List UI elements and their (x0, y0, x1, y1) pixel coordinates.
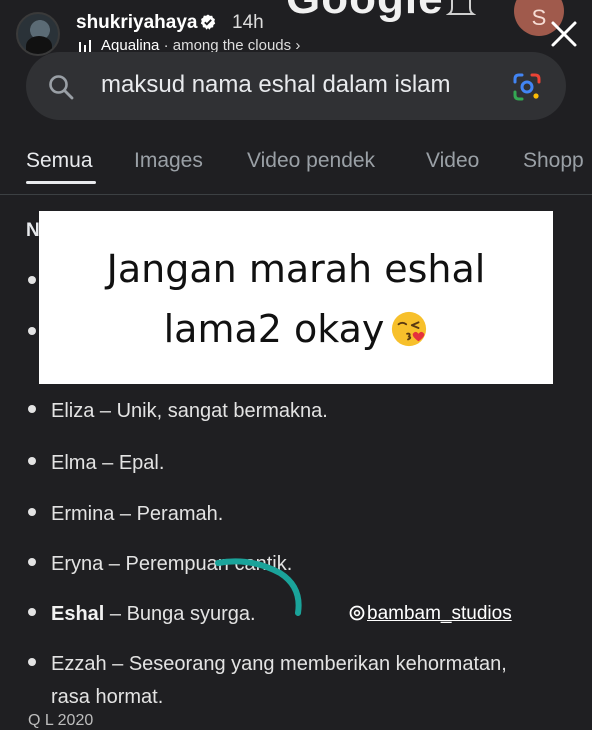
list-item-name: Ermina (51, 503, 115, 525)
story-time-ago: 14h (232, 12, 264, 33)
tab-video-pendek[interactable]: Video pendek (247, 149, 375, 173)
partial-heading: N (26, 220, 40, 241)
google-logo: Google (286, 0, 444, 24)
search-tabs: Semua Images Video pendek Video Shopp (0, 145, 592, 193)
list-item-meaning: – Seseorang yang memberikan kehormatan, (106, 653, 507, 675)
caption-line-1: Jangan marah eshal (106, 247, 486, 291)
cutoff-text: Q L 2020 (28, 712, 94, 729)
list-bullet (28, 327, 36, 335)
search-icon (49, 75, 74, 100)
list-item-meaning: – Unik, sangat bermakna. (94, 400, 328, 422)
tab-shopping[interactable]: Shopp (523, 149, 584, 173)
list-bullet (28, 405, 36, 413)
search-input[interactable]: maksud nama eshal dalam islam (101, 71, 451, 99)
kissing-face-emoji-icon (392, 311, 427, 347)
tab-semua[interactable]: Semua (26, 149, 93, 173)
list-item-name: Elma (51, 452, 97, 474)
google-lens-icon[interactable] (512, 72, 542, 102)
list-item-continuation-text: rasa hormat. (51, 686, 164, 708)
list-bullet (28, 558, 36, 566)
verified-badge-icon (200, 14, 216, 30)
list-bullet (28, 457, 36, 465)
story-header: shukriyahaya 14h Aqualina · among the cl… (0, 0, 592, 60)
tab-divider (0, 194, 592, 195)
list-item-name: Ezzah (51, 653, 107, 675)
list-item-meaning: – Peramah. (114, 503, 224, 525)
active-tab-indicator (26, 181, 96, 184)
watermark-text: bambam_studios (367, 603, 512, 624)
story-username[interactable]: shukriyahaya (76, 12, 197, 34)
tab-video[interactable]: Video (426, 149, 479, 173)
list-bullet (28, 608, 36, 616)
profile-avatar[interactable] (16, 12, 60, 56)
music-bars-icon (79, 40, 91, 52)
tab-images[interactable]: Images (134, 149, 203, 173)
list-bullet (28, 508, 36, 516)
bell-icon (446, 0, 476, 15)
list-item-name: Eliza (51, 400, 95, 422)
list-bullet (28, 658, 36, 666)
watermark[interactable]: bambam_studios (349, 603, 512, 625)
search-bar[interactable]: maksud nama eshal dalam islam (26, 52, 566, 120)
list-item-meaning: – Epal. (96, 452, 165, 474)
caption-line-2: lama2 okay (39, 307, 553, 351)
threads-icon (349, 605, 365, 621)
list-item-name: Eshal (51, 603, 105, 625)
story-caption-card: Jangan marah eshal lama2 okay (39, 211, 553, 384)
close-icon[interactable] (549, 19, 579, 49)
drawn-doodle (215, 558, 302, 616)
list-item-name: Eryna (51, 553, 104, 575)
caption-line-2-text: lama2 okay (163, 307, 385, 351)
list-bullet (28, 276, 36, 284)
